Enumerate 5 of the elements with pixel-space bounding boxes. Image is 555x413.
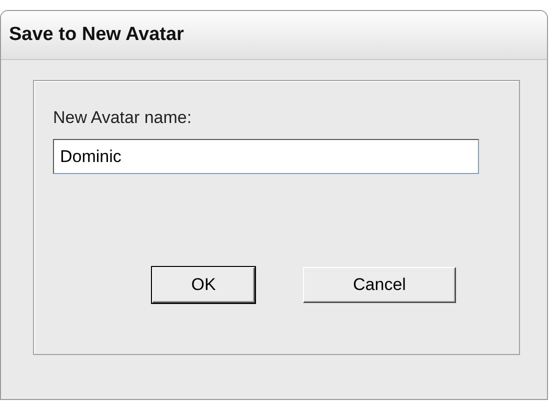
field-label: New Avatar name:	[53, 108, 192, 128]
ok-button[interactable]: OK	[152, 267, 255, 303]
cancel-button[interactable]: Cancel	[303, 267, 456, 303]
window-title: Save to New Avatar	[9, 24, 184, 46]
name-field[interactable]: Dominic	[53, 139, 479, 174]
